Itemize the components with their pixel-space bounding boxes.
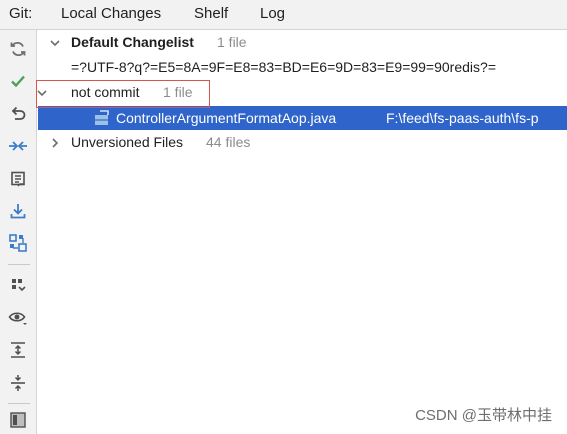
- highlight-annotation-box: [36, 80, 210, 108]
- tab-local-changes[interactable]: Local Changes: [61, 5, 161, 22]
- file-name: ControllerArgumentFormatAop.java: [116, 110, 337, 126]
- expand-modules-icon[interactable]: [6, 273, 30, 297]
- vertical-toolbar: [0, 30, 37, 434]
- file-row-selected[interactable]: ControllerArgumentFormatAop.java F:\feed…: [38, 106, 567, 130]
- diff-icon[interactable]: [6, 134, 30, 158]
- commit-check-icon[interactable]: [6, 69, 30, 93]
- changelist-row-default[interactable]: Default Changelist 1 file: [38, 30, 567, 55]
- changelist-child-row[interactable]: =?UTF-8?q?=E5=8A=9F=E8=83=BD=E6=9D=83=E9…: [38, 55, 567, 80]
- unversioned-count: 44 files: [206, 134, 251, 150]
- refresh-icon[interactable]: [6, 37, 30, 61]
- git-tab-bar: Git: Local Changes Shelf Log: [0, 0, 567, 30]
- changelist-name: Default Changelist: [71, 34, 194, 50]
- java-file-icon: [95, 110, 109, 125]
- view-options-icon[interactable]: [6, 306, 30, 330]
- changelist-entry-text: =?UTF-8?q?=E5=8A=9F=E8=83=BD=E6=9D=83=E9…: [71, 59, 496, 75]
- toolbar-separator: [8, 264, 30, 265]
- group-icon[interactable]: [6, 231, 30, 255]
- changelist-icon[interactable]: [6, 167, 30, 191]
- changelist-count: 1 file: [217, 34, 247, 50]
- unversioned-files-row[interactable]: Unversioned Files 44 files: [38, 130, 567, 155]
- git-label: Git:: [9, 5, 33, 22]
- expand-all-icon[interactable]: [6, 338, 30, 362]
- tab-shelf[interactable]: Shelf: [194, 5, 228, 22]
- update-icon[interactable]: [6, 199, 30, 223]
- toolbar-separator: [8, 403, 30, 404]
- file-path: F:\feed\fs-paas-auth\fs-p: [386, 110, 539, 126]
- rollback-icon[interactable]: [6, 102, 30, 126]
- tab-log[interactable]: Log: [260, 5, 285, 22]
- chevron-right-icon[interactable]: [48, 136, 62, 150]
- unversioned-name: Unversioned Files: [71, 134, 184, 150]
- collapse-all-icon[interactable]: [6, 371, 30, 395]
- panel-icon[interactable]: [6, 408, 30, 432]
- chevron-down-icon[interactable]: [48, 36, 62, 50]
- watermark: CSDN @玉带林中挂: [415, 407, 552, 424]
